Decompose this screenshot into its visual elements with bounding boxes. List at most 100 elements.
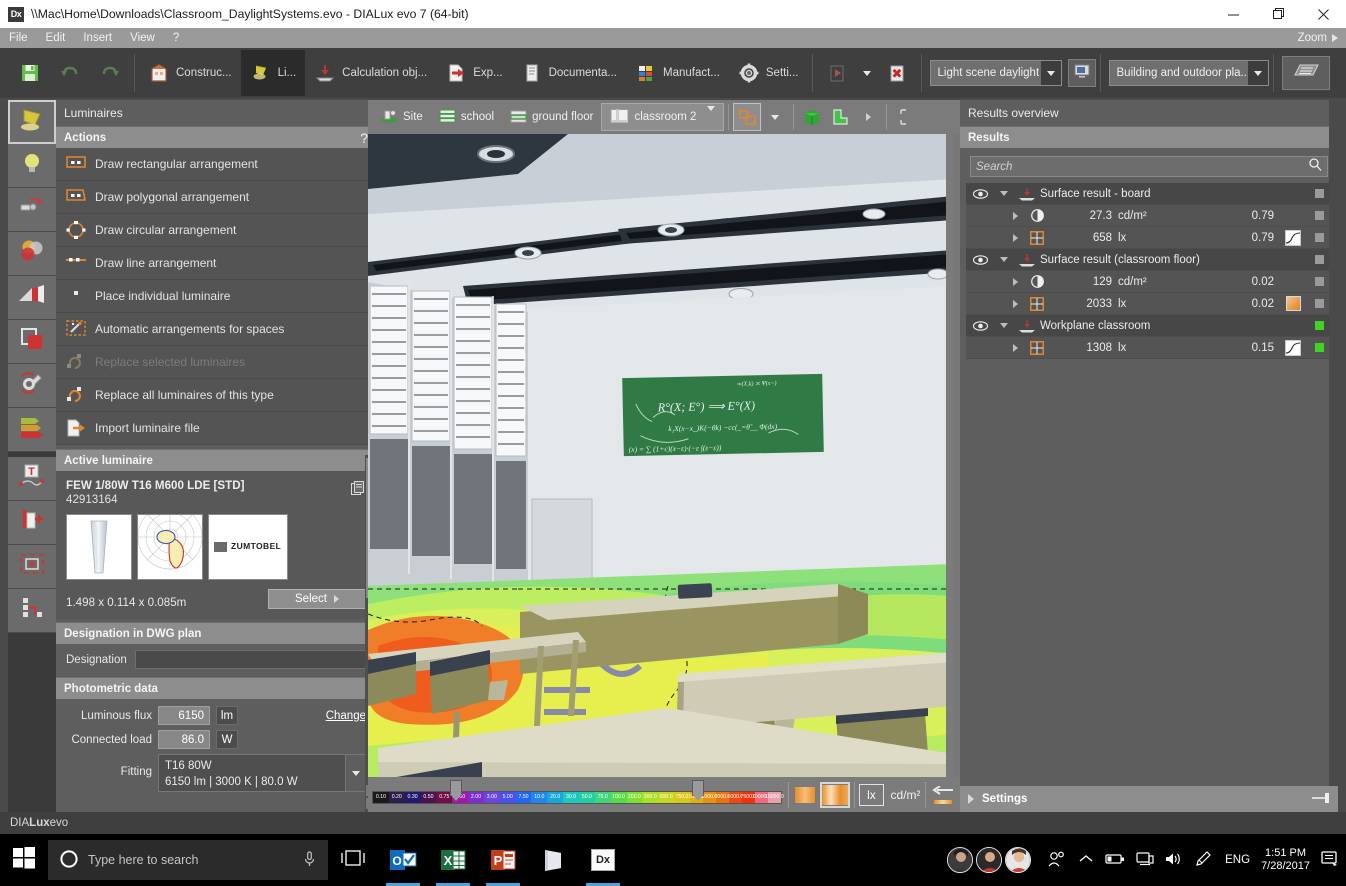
rail-surface-tool[interactable] bbox=[8, 320, 56, 364]
action-draw-rectangular[interactable]: Draw rectangular arrangement bbox=[56, 148, 376, 181]
action-place-individual[interactable]: Place individual luminaire bbox=[56, 280, 376, 313]
task-view-button[interactable] bbox=[328, 834, 378, 886]
close-button[interactable] bbox=[1301, 0, 1346, 28]
table-row[interactable]: 658 lx 0.79 bbox=[966, 227, 1332, 249]
light-scene-dropdown[interactable]: Light scene daylight bbox=[929, 60, 1062, 86]
search-input[interactable]: Search bbox=[970, 156, 1328, 177]
taskbar-app-powerpoint[interactable]: P bbox=[478, 834, 528, 886]
breadcrumb-school[interactable]: school bbox=[431, 103, 502, 131]
render-button[interactable] bbox=[1281, 56, 1330, 90]
right-panel-scrollbar[interactable] bbox=[1329, 100, 1338, 786]
action-draw-polygonal[interactable]: Draw polygonal arrangement bbox=[56, 181, 376, 214]
stop-calculation-button[interactable]: ✖ bbox=[877, 50, 917, 96]
manufacturer-logo-thumb[interactable]: ZUMTOBEL bbox=[208, 514, 288, 580]
chevron-down-icon[interactable] bbox=[1040, 61, 1061, 85]
save-button[interactable] bbox=[10, 50, 50, 96]
copy-icon[interactable] bbox=[351, 481, 366, 501]
rail-node-tool[interactable] bbox=[8, 589, 56, 633]
designation-input[interactable] bbox=[134, 650, 366, 669]
lshape-view-button[interactable] bbox=[826, 103, 854, 131]
language-indicator[interactable]: ENG bbox=[1225, 854, 1250, 866]
cube-view-button[interactable] bbox=[798, 103, 826, 131]
tab-documentation[interactable]: Documenta... bbox=[512, 50, 626, 96]
rail-luminaire-tool[interactable] bbox=[8, 100, 56, 144]
legend-gradient-button[interactable] bbox=[819, 781, 851, 808]
redo-button[interactable] bbox=[90, 50, 130, 96]
menu-help[interactable]: ? bbox=[164, 28, 188, 48]
plan-view-toggle[interactable] bbox=[733, 103, 762, 131]
menu-insert[interactable]: Insert bbox=[74, 28, 121, 48]
menu-edit[interactable]: Edit bbox=[37, 28, 75, 48]
taskbar-app-excel[interactable]: X bbox=[428, 834, 478, 886]
table-row[interactable]: 27.3 cd/m² 0.79 bbox=[966, 205, 1332, 227]
rail-color-tool[interactable] bbox=[8, 232, 56, 276]
scale-ramp-wrapper[interactable]: 0.10 0.20 0.30 0.50 0.75 1.00 2.00 3.00 5.00 7.50… bbox=[372, 779, 784, 808]
more-views-button[interactable] bbox=[854, 103, 882, 131]
taskbar-app-onenote[interactable] bbox=[528, 834, 578, 886]
chevron-right-icon[interactable] bbox=[1006, 211, 1024, 220]
action-replace-all[interactable]: Replace all luminaires of this type bbox=[56, 379, 376, 412]
action-draw-line[interactable]: Draw line arrangement bbox=[56, 247, 376, 280]
volume-icon[interactable] bbox=[1165, 852, 1183, 869]
3d-scene-render[interactable]: R°(X; E°) ⟹ E°(X) k₁X(x−x_)K(−θk) −cc(_=… bbox=[368, 134, 953, 777]
table-row[interactable]: Workplane classroom bbox=[966, 315, 1332, 337]
action-automatic-arrangements[interactable]: Automatic arrangements for spaces bbox=[56, 313, 376, 346]
taskbar-app-dialux[interactable]: Dx bbox=[578, 834, 628, 886]
undo-button[interactable] bbox=[50, 50, 90, 96]
chevron-right-icon[interactable] bbox=[1006, 299, 1024, 308]
network-icon[interactable] bbox=[1136, 851, 1154, 869]
eye-icon[interactable] bbox=[966, 254, 994, 265]
rail-light-direction-tool[interactable] bbox=[8, 276, 56, 320]
luminaire-photo-thumb[interactable] bbox=[66, 514, 132, 580]
table-row[interactable]: 2033 lx 0.02 bbox=[966, 293, 1332, 315]
chevron-right-icon[interactable] bbox=[1006, 277, 1024, 286]
table-row[interactable]: Surface result (classroom floor) bbox=[966, 249, 1332, 271]
unit-cdm2-button[interactable]: cd/m² bbox=[891, 788, 921, 802]
search-icon[interactable] bbox=[1309, 157, 1322, 176]
rail-light-scene-tool[interactable] bbox=[8, 188, 56, 232]
chevron-down-icon[interactable] bbox=[994, 323, 1014, 328]
tab-calculation-objects[interactable]: Calculation obj... bbox=[305, 50, 436, 96]
clock[interactable]: 1:51 PM 7/28/2017 bbox=[1253, 847, 1318, 873]
breadcrumb-ground-floor[interactable]: ground floor bbox=[502, 103, 601, 131]
search-taskbar-input[interactable]: Type here to search bbox=[48, 840, 328, 880]
color-swatch[interactable] bbox=[1280, 296, 1306, 311]
menu-file[interactable]: File bbox=[0, 28, 37, 48]
maximize-button[interactable] bbox=[1256, 0, 1301, 28]
chevron-down-icon[interactable] bbox=[707, 106, 716, 123]
pen-icon[interactable] bbox=[1195, 850, 1211, 870]
polar-diagram-thumb[interactable] bbox=[137, 514, 203, 580]
select-luminaire-button[interactable]: Select bbox=[268, 588, 366, 609]
taskbar-app-outlook[interactable]: O bbox=[378, 834, 428, 886]
start-calculation-button[interactable] bbox=[817, 50, 857, 96]
avatar[interactable] bbox=[976, 847, 1003, 873]
chevron-up-icon[interactable] bbox=[1079, 854, 1093, 867]
breadcrumb-classroom-2[interactable]: classroom 2 bbox=[601, 103, 725, 131]
plan-view-dropdown[interactable] bbox=[761, 103, 789, 131]
chevron-down-icon[interactable] bbox=[1247, 61, 1268, 85]
avatar[interactable] bbox=[1005, 847, 1032, 873]
table-row[interactable]: Surface result - board bbox=[966, 183, 1332, 205]
reset-scale-button[interactable] bbox=[929, 785, 956, 804]
tab-settings[interactable]: Setti... bbox=[729, 50, 808, 96]
rail-select-area-tool[interactable] bbox=[8, 545, 56, 589]
pin-icon[interactable] bbox=[1312, 792, 1330, 807]
chevron-right-icon[interactable] bbox=[1006, 233, 1024, 242]
battery-icon[interactable] bbox=[1105, 853, 1125, 868]
legend-solid-button[interactable] bbox=[792, 783, 817, 806]
luminous-flux-input[interactable]: 6150 bbox=[158, 706, 210, 725]
menu-view[interactable]: View bbox=[121, 28, 164, 48]
tab-luminaires[interactable]: Li... bbox=[240, 50, 306, 96]
isoline-swatch[interactable] bbox=[1280, 339, 1306, 356]
tab-construction[interactable]: Construc... bbox=[139, 50, 241, 96]
rail-maintenance-tool[interactable] bbox=[8, 364, 56, 408]
unit-lx-button[interactable]: lx bbox=[859, 783, 884, 806]
chevron-right-icon[interactable] bbox=[1006, 343, 1024, 352]
rail-lamp-tool[interactable] bbox=[8, 144, 56, 188]
avatar[interactable] bbox=[947, 847, 974, 873]
people-icon[interactable] bbox=[1047, 851, 1065, 870]
chevron-down-icon[interactable] bbox=[994, 257, 1014, 262]
connected-load-input[interactable]: 86.0 bbox=[158, 730, 210, 749]
calculation-options-dropdown[interactable] bbox=[857, 70, 877, 76]
change-link[interactable]: Change bbox=[326, 710, 366, 722]
